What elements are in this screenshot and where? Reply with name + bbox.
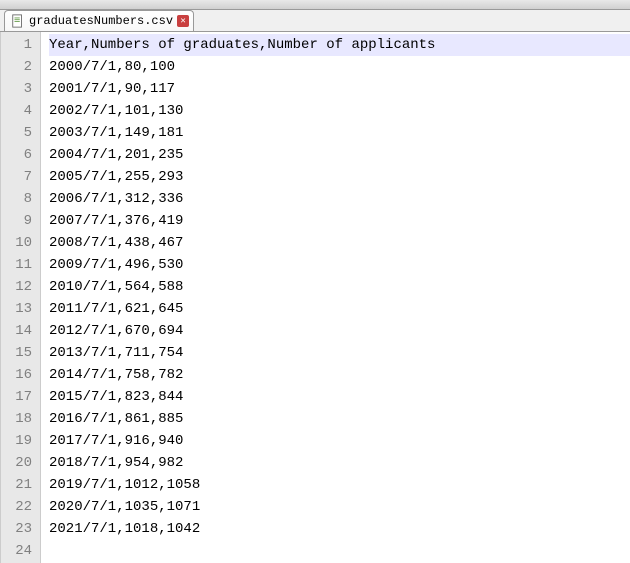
editor-line[interactable]: 2010/7/1,564,588 bbox=[49, 276, 630, 298]
line-number: 14 bbox=[1, 320, 40, 342]
line-number: 19 bbox=[1, 430, 40, 452]
line-number: 21 bbox=[1, 474, 40, 496]
line-number: 8 bbox=[1, 188, 40, 210]
line-number-gutter: 123456789101112131415161718192021222324 bbox=[1, 32, 41, 563]
close-icon[interactable]: ✕ bbox=[177, 15, 189, 27]
line-number: 10 bbox=[1, 232, 40, 254]
editor-line[interactable]: 2012/7/1,670,694 bbox=[49, 320, 630, 342]
editor-line[interactable]: 2015/7/1,823,844 bbox=[49, 386, 630, 408]
editor-content[interactable]: Year,Numbers of graduates,Number of appl… bbox=[41, 32, 630, 563]
line-number: 13 bbox=[1, 298, 40, 320]
editor-line[interactable]: 2019/7/1,1012,1058 bbox=[49, 474, 630, 496]
editor-line[interactable]: 2001/7/1,90,117 bbox=[49, 78, 630, 100]
editor-line[interactable]: 2008/7/1,438,467 bbox=[49, 232, 630, 254]
line-number: 23 bbox=[1, 518, 40, 540]
line-number: 3 bbox=[1, 78, 40, 100]
editor-line[interactable]: 2017/7/1,916,940 bbox=[49, 430, 630, 452]
line-number: 5 bbox=[1, 122, 40, 144]
line-number: 11 bbox=[1, 254, 40, 276]
editor-line[interactable]: 2016/7/1,861,885 bbox=[49, 408, 630, 430]
line-number: 20 bbox=[1, 452, 40, 474]
editor-line[interactable]: 2004/7/1,201,235 bbox=[49, 144, 630, 166]
editor-line[interactable]: 2002/7/1,101,130 bbox=[49, 100, 630, 122]
editor-line[interactable]: 2003/7/1,149,181 bbox=[49, 122, 630, 144]
tab-filename: graduatesNumbers.csv bbox=[29, 14, 173, 28]
editor-line[interactable]: 2011/7/1,621,645 bbox=[49, 298, 630, 320]
line-number: 18 bbox=[1, 408, 40, 430]
line-number: 22 bbox=[1, 496, 40, 518]
line-number: 12 bbox=[1, 276, 40, 298]
line-number: 2 bbox=[1, 56, 40, 78]
editor-line[interactable] bbox=[49, 540, 630, 562]
editor-line[interactable]: 2005/7/1,255,293 bbox=[49, 166, 630, 188]
editor-area: 123456789101112131415161718192021222324 … bbox=[0, 32, 630, 563]
line-number: 4 bbox=[1, 100, 40, 122]
editor-line[interactable]: 2013/7/1,711,754 bbox=[49, 342, 630, 364]
editor-line[interactable]: 2000/7/1,80,100 bbox=[49, 56, 630, 78]
editor-line[interactable]: 2021/7/1,1018,1042 bbox=[49, 518, 630, 540]
editor-line[interactable]: 2006/7/1,312,336 bbox=[49, 188, 630, 210]
line-number: 15 bbox=[1, 342, 40, 364]
editor-line[interactable]: 2007/7/1,376,419 bbox=[49, 210, 630, 232]
editor-line[interactable]: Year,Numbers of graduates,Number of appl… bbox=[49, 34, 630, 56]
tab-bar: graduatesNumbers.csv ✕ bbox=[0, 10, 630, 32]
line-number: 1 bbox=[1, 34, 40, 56]
line-number: 7 bbox=[1, 166, 40, 188]
file-icon bbox=[11, 14, 25, 28]
line-number: 16 bbox=[1, 364, 40, 386]
editor-line[interactable]: 2009/7/1,496,530 bbox=[49, 254, 630, 276]
editor-line[interactable]: 2014/7/1,758,782 bbox=[49, 364, 630, 386]
line-number: 6 bbox=[1, 144, 40, 166]
file-tab[interactable]: graduatesNumbers.csv ✕ bbox=[4, 10, 194, 31]
toolbar bbox=[0, 0, 630, 10]
editor-line[interactable]: 2020/7/1,1035,1071 bbox=[49, 496, 630, 518]
editor-line[interactable]: 2018/7/1,954,982 bbox=[49, 452, 630, 474]
line-number: 24 bbox=[1, 540, 40, 562]
line-number: 9 bbox=[1, 210, 40, 232]
line-number: 17 bbox=[1, 386, 40, 408]
